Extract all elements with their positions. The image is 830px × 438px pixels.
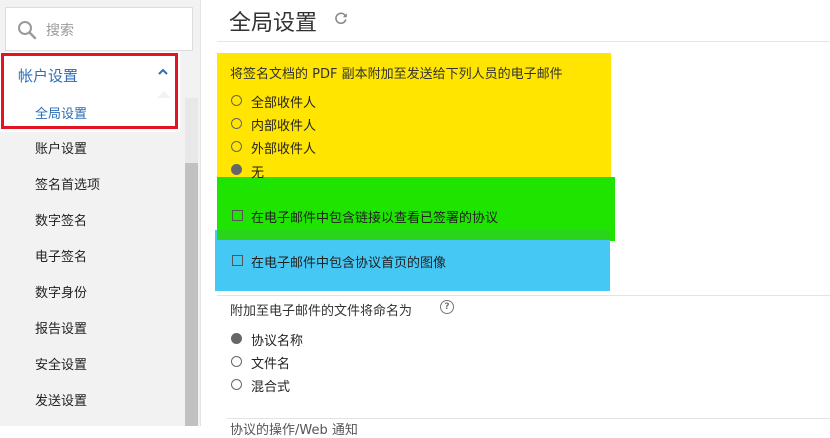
sidebar-item-account-settings[interactable]: 账户设置	[0, 132, 180, 168]
sidebar-item-global-settings[interactable]: 全局设置	[0, 98, 180, 132]
option-label: 无	[251, 166, 265, 181]
checkbox-include-image[interactable]	[232, 255, 243, 266]
active-notch	[157, 91, 171, 98]
search-box[interactable]: 搜索	[5, 7, 193, 51]
radio-hybrid[interactable]	[231, 379, 242, 390]
naming-question: 附加至电子邮件的文件将命名为	[230, 304, 413, 319]
checkbox-include-link[interactable]	[232, 210, 243, 221]
radio-none[interactable]	[231, 164, 242, 175]
option-label: 内部收件人	[251, 119, 317, 134]
option-label: 外部收件人	[251, 142, 317, 157]
sidebar-scrollbar-thumb[interactable]	[185, 163, 198, 426]
search-placeholder: 搜索	[46, 23, 74, 39]
sidebar: 搜索 帐户设置 全局设置 账户设置 签名首选项 数字签名 电子签名 数字身份 报…	[0, 0, 201, 426]
sidebar-item-digital-identity[interactable]: 数字身份	[0, 276, 180, 312]
sidebar-item-electronic-signature[interactable]: 电子签名	[0, 240, 180, 276]
radio-all-recipients[interactable]	[231, 95, 242, 106]
partial-section-heading: 协议的操作/Web 通知	[230, 423, 358, 438]
option-label: 混合式	[251, 380, 291, 395]
main-content: 全局设置 将签名文档的 PDF 副本附加至发送给下列人员的电子邮件 全部收件人 …	[213, 0, 830, 438]
checkbox-label: 在电子邮件中包含链接以查看已签署的协议	[251, 211, 499, 226]
refresh-icon[interactable]	[334, 11, 348, 25]
radio-internal-recipients[interactable]	[231, 118, 242, 129]
help-icon[interactable]: ?	[440, 300, 454, 314]
highlight-green-strip	[217, 230, 610, 240]
section-header-account-settings[interactable]: 帐户设置	[0, 52, 180, 99]
section-divider	[217, 295, 830, 296]
option-label: 协议名称	[251, 334, 304, 349]
attach-question: 将签名文档的 PDF 副本附加至发送给下列人员的电子邮件	[230, 67, 563, 82]
sidebar-item-security-settings[interactable]: 安全设置	[0, 348, 180, 384]
checkbox-label: 在电子邮件中包含协议首页的图像	[251, 256, 447, 271]
chevron-up-icon[interactable]	[157, 66, 169, 78]
title-divider	[217, 41, 830, 42]
sidebar-item-report-settings[interactable]: 报告设置	[0, 312, 180, 348]
section-header-label: 帐户设置	[18, 67, 79, 85]
sidebar-nav: 全局设置 账户设置 签名首选项 数字签名 电子签名 数字身份 报告设置 安全设置…	[0, 98, 180, 420]
sidebar-item-digital-signature[interactable]: 数字签名	[0, 204, 180, 240]
sidebar-item-signature-preferences[interactable]: 签名首选项	[0, 168, 180, 204]
radio-file-name[interactable]	[231, 356, 242, 367]
sidebar-item-send-settings[interactable]: 发送设置	[0, 384, 180, 420]
radio-agreement-name[interactable]	[231, 333, 242, 344]
option-label: 文件名	[251, 357, 291, 372]
option-label: 全部收件人	[251, 96, 317, 111]
page-title: 全局设置	[229, 11, 318, 36]
search-icon	[18, 21, 37, 40]
radio-external-recipients[interactable]	[231, 141, 242, 152]
